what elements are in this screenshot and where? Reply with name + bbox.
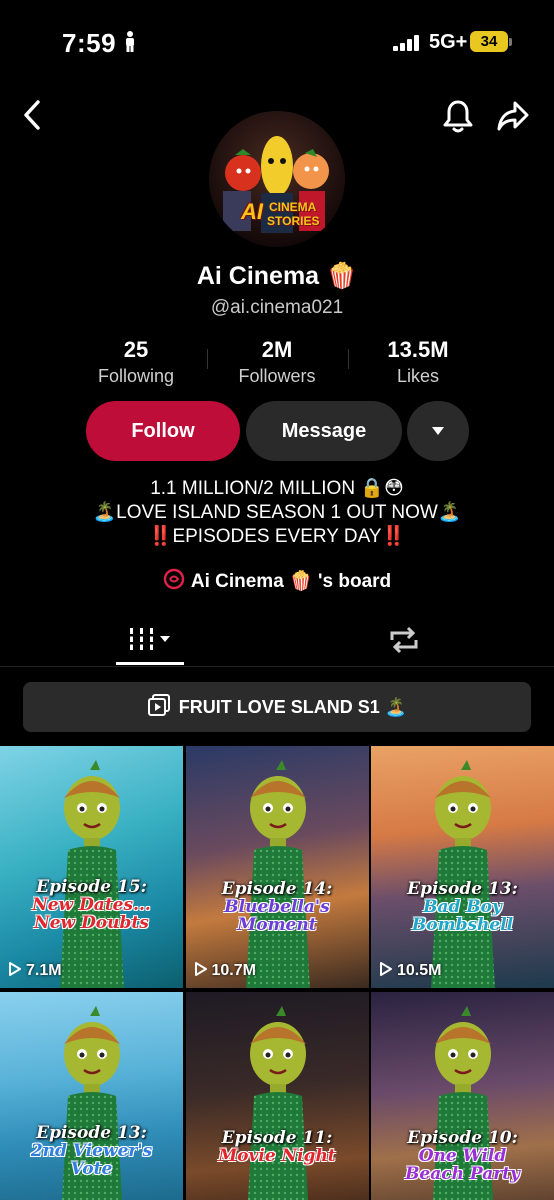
repost-icon: [390, 626, 418, 654]
battery-icon: 34: [470, 31, 508, 52]
video-thumbnail[interactable]: Episode 13: Bad Boy Bombshell 10.5M: [371, 746, 554, 988]
suggested-accounts-button[interactable]: [407, 401, 469, 461]
view-count-label: 10.7M: [211, 962, 256, 979]
display-name: Ai Cinema 🍿: [196, 262, 358, 290]
status-time: 7:59: [62, 28, 117, 58]
status-bar: 7:59 5G+ 34: [0, 0, 554, 84]
thumbnail-caption: Episode 14: Bluebella's Moment: [186, 880, 369, 935]
episode-title: Beach Party: [405, 1163, 520, 1184]
view-count: 10.7M: [194, 961, 256, 980]
stat-label: Followers: [238, 366, 316, 386]
thumbnail-character: [431, 760, 495, 988]
view-count: 10.5M: [379, 961, 441, 980]
board-link[interactable]: Ai Cinema 🍿 's board: [0, 568, 554, 596]
tab-reposts[interactable]: [386, 622, 422, 658]
thumbnail-caption: Episode 13: Bad Boy Bombshell: [371, 880, 554, 935]
view-count-label: 10.5M: [397, 962, 442, 979]
username: @ai.cinema021: [210, 297, 344, 318]
avatar-logo-ai: AI: [241, 199, 263, 224]
episode-title: Bad Boy: [423, 896, 502, 917]
board-label: Ai Cinema 🍿 's board: [190, 571, 392, 592]
back-button[interactable]: [20, 98, 46, 132]
thumbnail-character: [247, 1006, 308, 1200]
stat-value: 2M: [261, 337, 293, 362]
grid-icon: [127, 628, 170, 650]
signal-icon: [393, 35, 421, 56]
stat-label: Following: [97, 366, 175, 386]
thumbnail-character: [60, 760, 124, 988]
thumbnail-caption: Episode 10: One Wild Beach Party: [371, 1129, 554, 1184]
share-icon[interactable]: [496, 100, 530, 132]
thumbnail-caption: Episode 13: 2nd Viewer's Vote: [0, 1124, 183, 1179]
video-grid: Episode 15: New Dates... New Doubts 7.1M Epi…: [0, 746, 554, 1200]
playlist-icon: [147, 686, 171, 736]
tabs-divider: [0, 666, 554, 667]
thumbnail-character: [245, 760, 310, 988]
tab-indicator: [116, 662, 184, 665]
stat-following[interactable]: 25 Following: [66, 337, 206, 387]
person-icon: [124, 31, 136, 58]
playlist-label: FRUIT LOVE SLAND S1 🏝️: [178, 697, 408, 717]
episode-title: Moment: [237, 914, 317, 935]
episode-title: New Doubts: [34, 912, 149, 933]
tab-videos[interactable]: [116, 622, 184, 666]
thumbnail-caption: Episode 15: New Dates... New Doubts: [0, 878, 183, 933]
message-button[interactable]: Message: [246, 401, 402, 461]
episode-title: Movie Night: [218, 1145, 336, 1166]
video-thumbnail[interactable]: Episode 10: One Wild Beach Party: [371, 992, 554, 1200]
video-thumbnail[interactable]: Episode 15: New Dates... New Doubts 7.1M: [0, 746, 183, 988]
play-icon: [380, 962, 392, 976]
stat-followers[interactable]: 2M Followers: [207, 337, 347, 387]
view-count-label: 7.1M: [26, 962, 62, 979]
episode-title: New Dates...: [32, 894, 151, 915]
play-icon: [9, 962, 21, 976]
avatar-logo-bottom: STORIES: [267, 214, 320, 228]
caret-down-icon: [432, 427, 444, 435]
episode-title: Vote: [70, 1158, 113, 1179]
network-label: 5G+: [429, 31, 468, 53]
episode-title: 2nd Viewer's: [30, 1140, 153, 1161]
video-thumbnail[interactable]: Episode 13: 2nd Viewer's Vote: [0, 992, 183, 1200]
avatar-logo-top: CINEMA: [269, 200, 317, 214]
thumbnail-caption: Episode 11: Movie Night: [186, 1129, 369, 1166]
view-count: 7.1M: [8, 961, 62, 980]
board-icon: [163, 568, 185, 596]
playlist-button[interactable]: FRUIT LOVE SLAND S1 🏝️: [23, 682, 531, 732]
video-thumbnail[interactable]: Episode 14: Bluebella's Moment 10.7M: [185, 746, 369, 988]
episode-title: One Wild: [418, 1145, 507, 1166]
avatar[interactable]: AI CINEMA STORIES: [209, 111, 345, 247]
video-thumbnail[interactable]: Episode 11: Movie Night: [185, 992, 369, 1200]
battery-tip: [509, 38, 512, 46]
stat-value: 25: [123, 337, 149, 362]
bio-line: ‼️EPISODES EVERY DAY‼️: [148, 526, 406, 547]
follow-button[interactable]: Follow: [86, 401, 240, 461]
episode-title: Bombshell: [411, 914, 514, 935]
stat-likes[interactable]: 13.5M Likes: [348, 337, 488, 387]
bio-line: 🏝️LOVE ISLAND SEASON 1 OUT NOW🏝️: [92, 502, 462, 523]
bio-line: 1.1 MILLION/2 MILLION 🔒😳: [150, 478, 404, 499]
stat-value: 13.5M: [387, 337, 449, 362]
episode-title: Bluebella's: [224, 896, 330, 917]
bell-icon[interactable]: [442, 98, 474, 134]
stat-label: Likes: [396, 366, 440, 386]
play-icon: [194, 962, 207, 976]
